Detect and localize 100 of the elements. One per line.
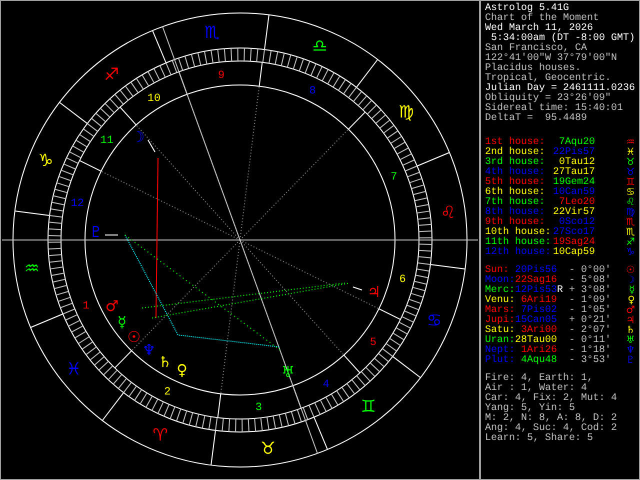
planet-position: 12Pis53	[515, 286, 557, 296]
planet-icon: ♄	[158, 353, 172, 371]
retrograde-mark: R	[557, 286, 564, 296]
zodiac-sign-icon: ♑	[626, 248, 635, 258]
house-label: 9th house:	[485, 218, 546, 228]
zodiac-sign-icon: ♋	[426, 310, 442, 331]
house-label: 4th house:	[485, 168, 546, 178]
planet-aspect-offset: + 0°21'	[568, 316, 611, 326]
planet-icon: ♀	[176, 361, 188, 379]
planet-aspect-offset: - 1°09'	[568, 296, 611, 306]
house-position: 19Sag24	[552, 238, 595, 248]
planet-icon: ♅	[626, 336, 635, 346]
planet-position: 22Sag16	[515, 276, 557, 286]
chart-info-line: San Francisco, CA	[485, 44, 588, 54]
planet-position: 6Ari19	[520, 296, 557, 306]
planet-icon: ♄	[626, 326, 635, 336]
house-number: 1	[82, 300, 90, 313]
house-number: 4	[322, 379, 330, 392]
house-label: 1st house:	[485, 138, 546, 148]
zodiac-sign-icon: ♉	[626, 168, 635, 178]
planet-icon: ♃	[367, 283, 381, 301]
house-position: 22Pis57	[552, 148, 595, 158]
zodiac-sign-icon: ♓	[66, 359, 82, 380]
zodiac-sign-icon: ♒	[626, 138, 635, 148]
house-label: 2nd house:	[485, 148, 546, 158]
zodiac-sign-icon: ♌	[440, 202, 456, 223]
zodiac-sign-icon: ♋	[626, 188, 635, 198]
house-position: 22Vir57	[552, 208, 595, 218]
planet-icon: ♀	[628, 296, 635, 306]
house-number: 2	[164, 386, 171, 398]
zodiac-sign-icon: ♑	[38, 151, 54, 172]
zodiac-sign-icon: ♊	[626, 178, 635, 188]
planet-icon: ♆	[626, 346, 635, 356]
planet-position: 20Pis56	[515, 266, 557, 276]
zodiac-sign-icon: ♏	[626, 228, 635, 238]
planet-name: Mars:	[485, 306, 515, 316]
planet-icon: ♆	[142, 341, 156, 359]
planet-position: 15Can05	[515, 316, 557, 326]
chart-info-line: Astrolog 5.41G	[485, 4, 570, 14]
house-position: 0Tau12	[558, 158, 595, 168]
house-label: 8th house:	[485, 208, 546, 218]
zodiac-sign-icon: ♐	[626, 238, 635, 248]
planet-aspect-offset: - 0°00'	[568, 266, 611, 276]
chart-info-line: Placidus houses.	[485, 64, 582, 74]
house-label: 12th house:	[485, 248, 551, 258]
house-number: 6	[399, 274, 406, 286]
planet-name: Venu:	[485, 296, 515, 306]
planet-icon: ☽	[626, 276, 635, 286]
element-stats-line: Car: 4, Fix: 2, Mut: 4	[485, 394, 618, 404]
chart-info-line: 122°41'00"W 37°79'00"N	[485, 54, 618, 64]
element-stats-line: Fire: 4, Earth: 1,	[485, 374, 594, 384]
house-position: 0Sco12	[558, 218, 595, 228]
planet-aspect-offset: - 2°07'	[568, 326, 611, 336]
element-stats-line: Air : 1, Water: 4	[485, 384, 588, 394]
planet-name: Jupi:	[485, 316, 515, 326]
planet-icon: ☉	[127, 328, 141, 346]
planet-icon: ♂	[626, 306, 635, 316]
chart-info-line: Chart of the Moment	[485, 14, 600, 24]
house-number: 8	[309, 86, 316, 98]
zodiac-sign-icon: ♌	[626, 198, 635, 208]
planet-icon: ♃	[626, 316, 635, 326]
house-number: 3	[255, 402, 262, 414]
chart-info-line: Obliquity = 23°26'09"	[485, 94, 612, 104]
chart-info-line: 5:34:00am (DT -8:00 GMT)	[491, 34, 636, 44]
planet-name: Uran:	[485, 336, 515, 346]
planet-icon: ☿	[628, 286, 635, 296]
house-number: 7	[390, 171, 398, 184]
house-label: 11th house:	[485, 238, 551, 248]
planet-icon: ♇	[626, 356, 635, 366]
zodiac-sign-icon: ♊	[360, 397, 376, 418]
zodiac-sign-icon: ♐	[104, 64, 120, 85]
house-position: 7Aqu20	[558, 138, 595, 148]
element-stats-line: Yang: 5, Yin: 5	[485, 404, 576, 414]
planet-name: Plut:	[485, 356, 515, 366]
planet-name: Merc:	[485, 286, 515, 296]
house-label: 6th house:	[485, 188, 546, 198]
house-position: 27Tau17	[552, 168, 595, 178]
planet-icon: ☉	[626, 266, 635, 276]
house-position: 10Cap59	[552, 248, 595, 258]
chart-info-line: Tropical, Geocentric.	[485, 74, 612, 84]
planet-name: Moon:	[485, 276, 515, 286]
zodiac-sign-icon: ♏	[626, 218, 635, 228]
element-stats-line: M: 2, N: 8, A: 8, D: 2	[485, 414, 618, 424]
element-stats-line: Learn: 5, Share: 5	[485, 434, 594, 444]
house-label: 7th house:	[485, 198, 546, 208]
house-position: 7Leo20	[558, 198, 595, 208]
chart-info-line: Julian Day = 2461111.0236	[485, 84, 636, 94]
zodiac-sign-icon: ♉	[626, 158, 635, 168]
element-stats-line: Ang: 4, Suc: 4, Cod: 2	[485, 424, 618, 434]
chart-info-line: DeltaT = 95.4489	[485, 114, 588, 124]
planet-position: 3Ari00	[520, 326, 557, 336]
house-number: 9	[218, 70, 225, 82]
planet-icon: ♇	[89, 223, 103, 241]
house-number: 11	[100, 135, 114, 148]
house-position: 27Sco17	[552, 228, 595, 238]
chart-info-line: Wed March 11, 2026	[485, 24, 594, 34]
planet-position: 7Pis02	[520, 306, 557, 316]
planet-icon: ♂	[105, 297, 119, 315]
zodiac-sign-icon: ♉	[260, 439, 276, 460]
planet-name: Sun:	[485, 266, 510, 276]
